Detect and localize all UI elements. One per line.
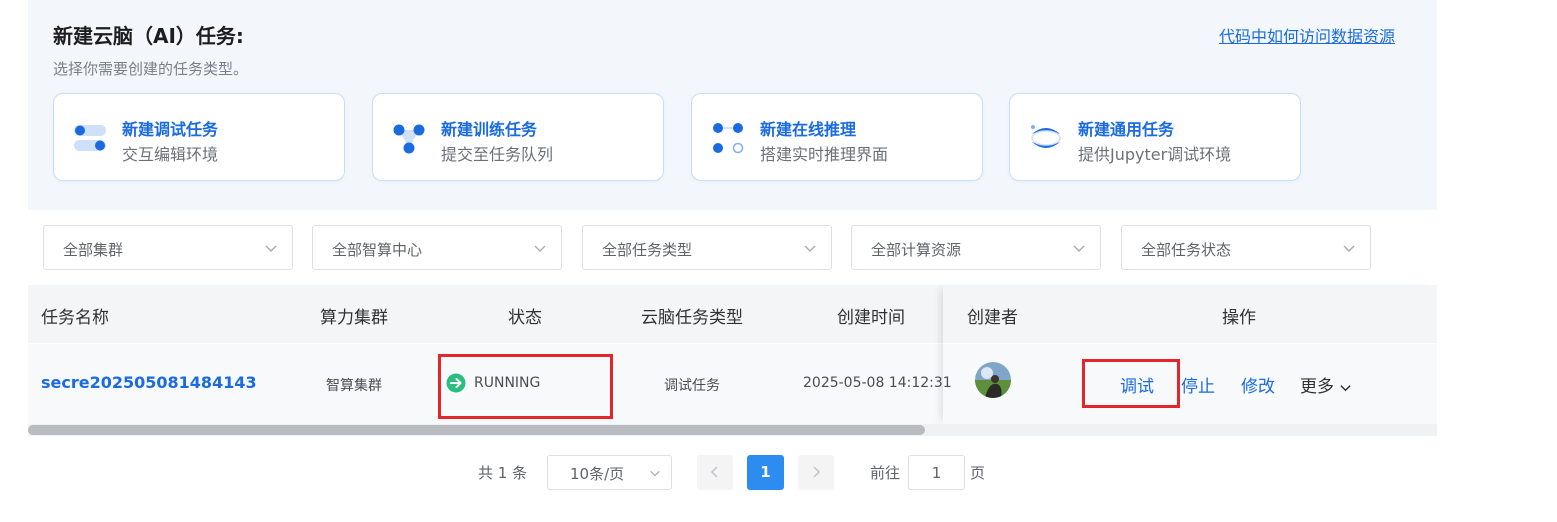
cluster-cell: 智算集群 — [326, 378, 382, 394]
more-label: 更多 — [1300, 377, 1334, 397]
stop-button[interactable]: 停止 — [1181, 372, 1215, 397]
chevron-down-icon — [1073, 245, 1085, 252]
created-time-cell: 2025-05-08 14:12:31 — [803, 375, 952, 391]
page-subtitle: 选择你需要创建的任务类型。 — [53, 60, 249, 78]
status-highlight-box — [438, 354, 613, 419]
more-actions-dropdown[interactable]: 更多 — [1300, 372, 1352, 397]
avatar-image-icon — [975, 362, 1011, 398]
filter-label: 全部集群 — [63, 241, 124, 259]
new-training-task-card[interactable]: 新建训练任务 提交至任务队列 — [372, 93, 664, 181]
filter-label: 全部计算资源 — [871, 241, 962, 259]
chevron-left-icon — [710, 466, 718, 478]
filter-label: 全部智算中心 — [332, 241, 423, 259]
chevron-down-icon — [1340, 384, 1351, 391]
column-header-cluster: 算力集群 — [320, 308, 388, 328]
prev-page-button[interactable] — [697, 455, 733, 490]
card-desc: 搭建实时推理界面 — [760, 145, 889, 164]
card-title: 新建训练任务 — [441, 120, 538, 139]
edit-button[interactable]: 修改 — [1241, 372, 1275, 397]
column-header-actions: 操作 — [1222, 308, 1256, 328]
new-general-task-card[interactable]: 新建通用任务 提供Jupyter调试环境 — [1009, 93, 1301, 181]
avatar — [975, 362, 1011, 398]
cluster-filter-select[interactable]: 全部集群 — [43, 225, 293, 270]
task-type-filter-select[interactable]: 全部任务类型 — [582, 225, 832, 270]
data-access-help-link[interactable]: 代码中如何访问数据资源 — [1219, 23, 1395, 47]
horizontal-scrollbar-thumb[interactable] — [28, 425, 925, 435]
page-title: 新建云脑（AI）任务: — [53, 24, 244, 48]
chevron-down-icon — [804, 245, 816, 252]
goto-page-input[interactable] — [908, 455, 965, 490]
card-desc: 提交至任务队列 — [441, 145, 554, 164]
column-header-status: 状态 — [508, 308, 542, 328]
chevron-down-icon — [1343, 245, 1355, 252]
new-inference-card[interactable]: 新建在线推理 搭建实时推理界面 — [691, 93, 983, 181]
card-title: 新建调试任务 — [122, 120, 219, 139]
chevron-down-icon — [534, 245, 546, 252]
task-name-link[interactable]: secre202505081484143 — [41, 373, 257, 392]
new-debug-task-card[interactable]: 新建调试任务 交互编辑环境 — [53, 93, 345, 181]
page-size-select[interactable]: 10条/页 — [547, 455, 672, 490]
column-header-creator: 创建者 — [967, 308, 1018, 328]
column-header-created-time: 创建时间 — [837, 308, 905, 328]
nodes-icon — [393, 124, 425, 154]
card-title: 新建通用任务 — [1078, 120, 1175, 139]
chevron-down-icon — [265, 245, 277, 252]
task-type-cell: 调试任务 — [664, 378, 720, 394]
task-status-filter-select[interactable]: 全部任务状态 — [1121, 225, 1371, 270]
column-header-task-type: 云脑任务类型 — [641, 308, 743, 328]
page-size-label: 10条/页 — [570, 465, 625, 483]
jupyter-icon — [1031, 125, 1061, 148]
filter-label: 全部任务类型 — [602, 241, 693, 259]
toggle-icon — [74, 125, 106, 151]
page-suffix: 页 — [970, 464, 986, 482]
next-page-button[interactable] — [798, 455, 834, 490]
dots-grid-icon — [713, 123, 744, 154]
compute-center-filter-select[interactable]: 全部智算中心 — [312, 225, 562, 270]
compute-resource-filter-select[interactable]: 全部计算资源 — [851, 225, 1101, 270]
page-number-1[interactable]: 1 — [747, 455, 784, 490]
card-title: 新建在线推理 — [760, 120, 857, 139]
column-header-task-name: 任务名称 — [41, 308, 109, 328]
filter-label: 全部任务状态 — [1141, 241, 1232, 259]
chevron-down-icon — [650, 470, 660, 477]
card-desc: 交互编辑环境 — [122, 145, 219, 164]
card-desc: 提供Jupyter调试环境 — [1078, 145, 1232, 164]
pagination-total: 共 1 条 — [478, 464, 528, 482]
debug-highlight-box — [1082, 359, 1180, 408]
chevron-right-icon — [813, 466, 821, 478]
goto-label: 前往 — [870, 464, 901, 482]
